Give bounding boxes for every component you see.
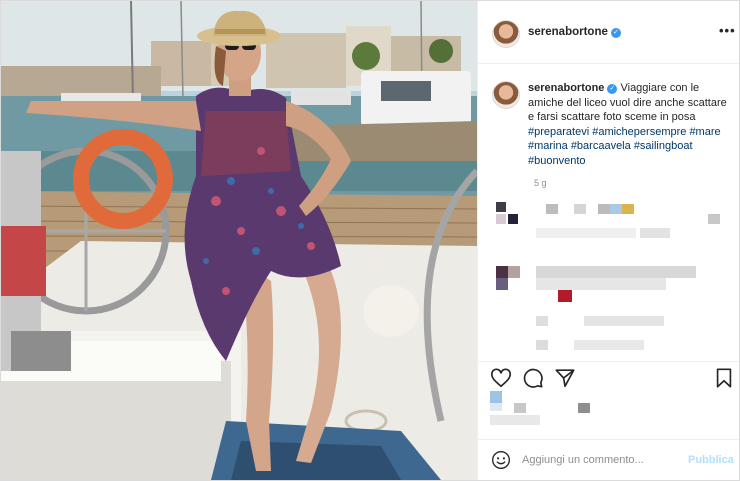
verified-badge-icon: ✓ (610, 28, 621, 38)
hashtag-link[interactable]: #mare (689, 126, 720, 138)
post-side-panel: serenabortone ✓ ••• serenabortone ✓ Viaggi… (477, 1, 739, 480)
hashtag-link[interactable]: #barcaavela (571, 140, 631, 152)
username-text[interactable]: serenabortone (528, 26, 608, 38)
share-icon[interactable] (554, 367, 576, 389)
photo-illustration (1, 1, 477, 480)
caption-avatar[interactable] (492, 81, 520, 109)
censored-likes (478, 389, 739, 429)
comment-icon[interactable] (522, 367, 544, 389)
caption-hashtags: #preparatevi #amichepersempre #mare #mar… (528, 126, 721, 167)
verified-badge-icon: ✓ (607, 84, 618, 94)
post-actions (478, 361, 739, 392)
emoji-icon[interactable] (491, 450, 511, 470)
bookmark-icon[interactable] (713, 367, 735, 389)
post-header: serenabortone ✓ ••• (478, 1, 739, 64)
hashtag-link[interactable]: #sailingboat (634, 140, 693, 152)
post-caption: serenabortone ✓ Viaggiare con le amiche d… (528, 81, 728, 168)
post-modal: serenabortone ✓ ••• serenabortone ✓ Viaggi… (0, 0, 740, 481)
publish-button[interactable]: Pubblica (688, 454, 734, 466)
add-comment-bar: Pubblica (478, 439, 739, 480)
hashtag-link[interactable]: #buonvento (528, 155, 586, 167)
heart-icon[interactable] (490, 367, 512, 389)
hashtag-link[interactable]: #preparatevi (528, 126, 589, 138)
comment-input[interactable] (522, 449, 672, 471)
more-options-icon[interactable]: ••• (719, 23, 736, 38)
hashtag-link[interactable]: #amichepersempre (592, 126, 686, 138)
hashtag-link[interactable]: #marina (528, 140, 568, 152)
header-username[interactable]: serenabortone ✓ (528, 26, 621, 38)
post-photo[interactable] (1, 1, 477, 480)
censored-comments (478, 196, 739, 356)
avatar[interactable] (492, 20, 520, 48)
caption-username[interactable]: serenabortone (528, 82, 604, 94)
post-timestamp: 5 g (534, 178, 547, 188)
